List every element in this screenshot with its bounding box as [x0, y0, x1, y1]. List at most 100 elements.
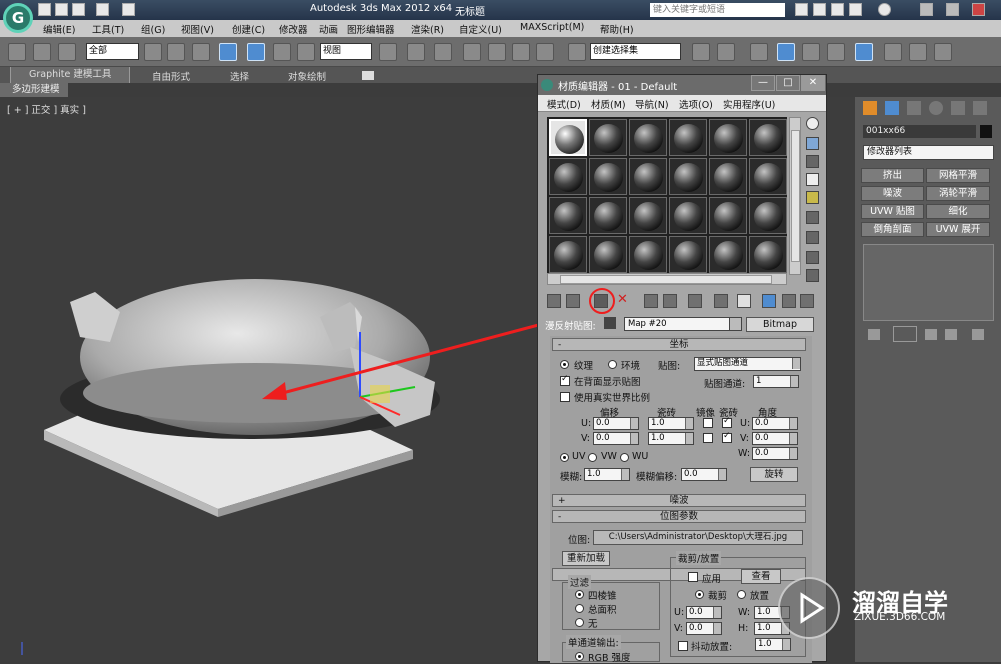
u-angle-spinner[interactable]: 0.0	[752, 417, 798, 430]
turbosmooth-button[interactable]: 涡轮平滑	[926, 186, 990, 201]
u-tile-checkbox[interactable]	[722, 416, 732, 428]
bitmap-path-button[interactable]: C:\Users\Administrator\Desktop\大理石.jpg	[593, 530, 803, 545]
material-id-channel-icon[interactable]	[714, 294, 728, 308]
show-end-result-icon[interactable]	[893, 326, 917, 342]
meshsmooth-button[interactable]: 网格平滑	[926, 168, 990, 183]
utilities-tab-icon[interactable]	[973, 101, 987, 115]
select-object-icon[interactable]	[144, 43, 162, 61]
new-file-icon[interactable]	[38, 3, 51, 16]
render-setup-icon[interactable]	[884, 43, 902, 61]
material-slot[interactable]	[589, 197, 627, 234]
material-slot[interactable]	[709, 236, 747, 273]
v-tiling-spinner[interactable]: 1.0	[648, 432, 694, 445]
user-icon[interactable]	[849, 3, 862, 16]
material-slot[interactable]	[589, 158, 627, 195]
vw-radio[interactable]	[588, 453, 597, 462]
configure-sets-icon[interactable]	[972, 329, 984, 340]
coordinates-rollout-header[interactable]: - 坐标	[552, 338, 806, 351]
sample-uv-tiling-icon[interactable]	[806, 173, 819, 186]
apply-crop-checkbox[interactable]	[688, 572, 698, 582]
material-slot[interactable]	[709, 197, 747, 234]
schematic-view-icon[interactable]	[827, 43, 845, 61]
tab-selection[interactable]: 选择	[230, 69, 249, 83]
graphite-toggle-icon[interactable]	[777, 43, 795, 61]
close-icon[interactable]	[972, 3, 985, 16]
menu-animation[interactable]: 动画	[319, 22, 338, 36]
filter-none-radio[interactable]	[575, 618, 584, 627]
spinner-snap-icon[interactable]	[536, 43, 554, 61]
w-angle-spinner[interactable]: 0.0	[752, 447, 798, 460]
material-slot[interactable]	[709, 158, 747, 195]
make-unique-icon[interactable]	[663, 294, 677, 308]
make-preview-icon[interactable]	[806, 211, 819, 224]
v-mirror-checkbox[interactable]	[703, 433, 713, 443]
window-crossing-icon[interactable]	[219, 43, 237, 61]
render-production-icon[interactable]	[934, 43, 952, 61]
remove-modifier-icon[interactable]	[945, 329, 957, 340]
named-selection-dropdown[interactable]: 创建选择集	[590, 43, 681, 60]
angle-snap-icon[interactable]	[488, 43, 506, 61]
minimize-icon[interactable]	[920, 3, 933, 16]
minimize-button[interactable]: —	[751, 75, 775, 91]
keyboard-shortcut-icon[interactable]	[434, 43, 452, 61]
hierarchy-tab-icon[interactable]	[907, 101, 921, 115]
material-slot[interactable]	[669, 158, 707, 195]
uvw-map-button[interactable]: UVW 贴图	[861, 204, 924, 219]
extrude-button[interactable]: 挤出	[861, 168, 924, 183]
menu-maxscript[interactable]: MAXScript(M)	[520, 22, 584, 33]
material-slot[interactable]	[749, 119, 787, 156]
app-logo[interactable]: G	[3, 3, 33, 33]
mirror-icon[interactable]	[692, 43, 710, 61]
environment-radio[interactable]	[608, 360, 617, 369]
menu-create[interactable]: 创建(C)	[232, 22, 265, 36]
select-by-material-icon[interactable]	[806, 251, 819, 264]
put-to-scene-icon[interactable]	[566, 294, 580, 308]
video-color-check-icon[interactable]	[806, 191, 819, 204]
bind-spacewarp-icon[interactable]	[58, 43, 76, 61]
noise-rollout-header[interactable]: + 噪波	[552, 494, 806, 507]
modify-tab-icon[interactable]	[885, 101, 899, 115]
pick-material-icon[interactable]	[604, 317, 616, 329]
copy-material-icon[interactable]	[644, 294, 658, 308]
material-slot[interactable]	[549, 236, 587, 273]
maximize-button[interactable]: □	[776, 75, 800, 91]
menu-rendering[interactable]: 渲染(R)	[411, 22, 444, 36]
display-tab-icon[interactable]	[951, 101, 965, 115]
material-slot[interactable]	[749, 197, 787, 234]
unlink-icon[interactable]	[33, 43, 51, 61]
tab-object-paint[interactable]: 对象绘制	[288, 69, 326, 83]
curve-editor-icon[interactable]	[802, 43, 820, 61]
modifier-list-dropdown[interactable]: 修改器列表	[863, 145, 994, 160]
select-by-name-icon[interactable]	[167, 43, 185, 61]
get-material-icon[interactable]	[547, 294, 561, 308]
material-slot[interactable]	[669, 197, 707, 234]
link-icon[interactable]	[8, 43, 26, 61]
jitter-placement-checkbox[interactable]	[678, 641, 688, 651]
menu-graph-editors[interactable]: 图形编辑器	[347, 22, 395, 36]
menu-group[interactable]: 组(G)	[141, 22, 165, 36]
menu-tools[interactable]: 工具(T)	[92, 22, 124, 36]
bitmap-params-rollout-header[interactable]: - 位图参数	[552, 510, 806, 523]
material-navigator-icon[interactable]	[806, 269, 819, 282]
select-manipulate-icon[interactable]	[407, 43, 425, 61]
move-icon[interactable]	[247, 43, 265, 61]
blur-offset-spinner[interactable]: 0.0	[681, 468, 727, 481]
tools-icon[interactable]	[813, 3, 826, 16]
slots-vertical-scrollbar[interactable]	[789, 117, 801, 275]
menu-help[interactable]: 帮助(H)	[600, 22, 634, 36]
show-map-in-viewport-icon[interactable]	[737, 294, 751, 308]
layer-manager-icon[interactable]	[750, 43, 768, 61]
save-icon[interactable]	[72, 3, 85, 16]
material-slot[interactable]	[549, 197, 587, 234]
menu-edit[interactable]: 编辑(E)	[43, 22, 75, 36]
blur-spinner[interactable]: 1.0	[584, 468, 630, 481]
open-file-icon[interactable]	[55, 3, 68, 16]
reset-map-icon[interactable]: ✕	[617, 293, 631, 308]
material-editor-icon[interactable]	[855, 43, 873, 61]
menu-material[interactable]: 材质(M)	[591, 97, 626, 111]
material-slot[interactable]	[669, 119, 707, 156]
object-name-field[interactable]: 001xx66	[863, 125, 976, 138]
rotate-icon[interactable]	[273, 43, 291, 61]
align-icon[interactable]	[717, 43, 735, 61]
crop-u-spinner[interactable]: 0.0	[686, 606, 722, 619]
